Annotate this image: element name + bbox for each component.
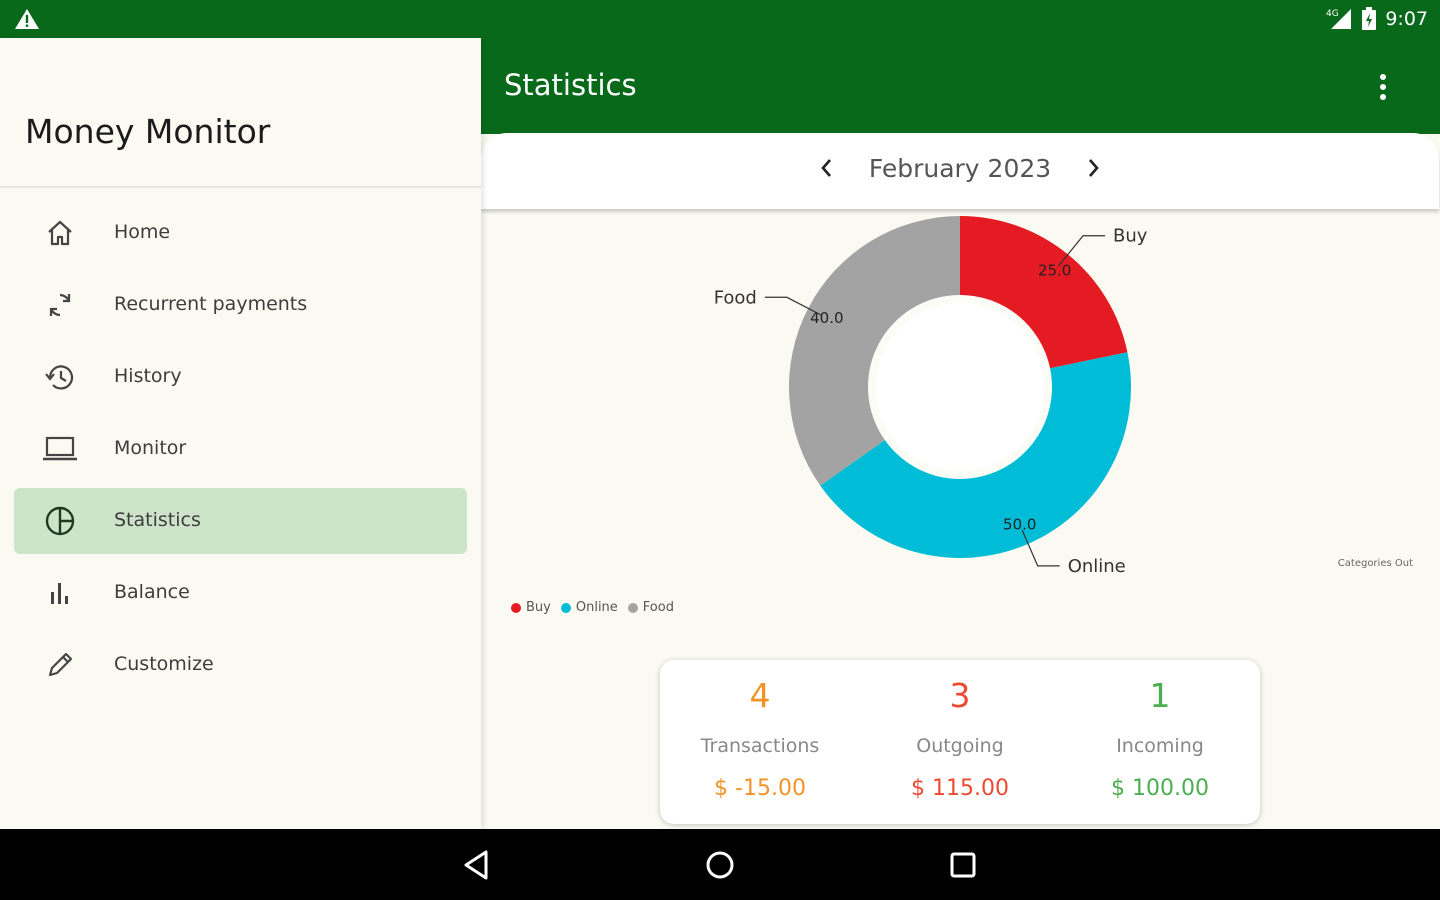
chevron-left-icon [821, 159, 831, 177]
legend-item-buy: Buy [511, 600, 551, 615]
home-icon [42, 217, 78, 249]
refresh-icon [42, 289, 78, 321]
recents-icon[interactable] [946, 848, 980, 882]
drawer-item-label: History [114, 365, 182, 387]
pie-value-label: 25.0 [1038, 262, 1071, 280]
drawer-item-monitor[interactable]: Monitor [14, 416, 467, 482]
drawer-title: Money Monitor [25, 112, 271, 151]
drawer-item-label: Home [114, 221, 171, 243]
pie-chart-icon [42, 505, 78, 537]
drawer-item-label: Recurrent payments [114, 293, 308, 315]
summary-transactions: 4 Transactions $ -15.00 [660, 660, 860, 824]
battery-icon [1362, 7, 1377, 30]
drawer-item-balance[interactable]: Balance [14, 560, 467, 626]
donut-hole [876, 303, 1044, 471]
signal-icon: 4G [1326, 9, 1352, 29]
chart-legend: Buy Online Food [511, 600, 674, 615]
drawer-item-customize[interactable]: Customize [14, 632, 467, 698]
navigation-drawer: Money Monitor Home Recurrent payments Hi… [0, 38, 481, 829]
drawer-item-label: Customize [114, 653, 214, 675]
outgoing-amount: $ 115.00 [911, 776, 1009, 801]
status-time: 9:07 [1385, 8, 1428, 30]
legend-item-food: Food [627, 600, 674, 615]
next-month-button[interactable] [1081, 153, 1105, 183]
drawer-item-history[interactable]: History [14, 344, 467, 410]
drawer-item-recurrent-payments[interactable]: Recurrent payments [14, 272, 467, 338]
legend-dot [560, 602, 571, 613]
pie-category-label: Buy [1113, 226, 1148, 247]
pie-category-label: Food [714, 287, 757, 308]
status-bar: 4G 9:07 [0, 0, 1440, 38]
history-icon [42, 361, 78, 393]
transactions-label: Transactions [700, 735, 820, 757]
incoming-amount: $ 100.00 [1111, 776, 1209, 801]
month-label: February 2023 [868, 153, 1052, 183]
drawer-item-statistics[interactable]: Statistics [14, 488, 467, 554]
home-circle-icon[interactable] [703, 848, 737, 882]
legend-item-online: Online [560, 600, 618, 615]
summary-outgoing: 3 Outgoing $ 115.00 [860, 660, 1060, 824]
back-icon[interactable] [460, 848, 494, 882]
pie-category-label: Online [1068, 556, 1126, 577]
legend-dot [627, 602, 638, 613]
legend-label: Food [642, 600, 674, 615]
transactions-amount: $ -15.00 [714, 776, 806, 801]
drawer-item-home[interactable]: Home [14, 200, 467, 266]
month-selector: February 2023 [481, 133, 1439, 209]
page-title: Statistics [504, 68, 637, 102]
laptop-icon [42, 433, 78, 465]
incoming-count: 1 [1149, 676, 1171, 715]
network-type: 4G [1326, 9, 1339, 19]
chart-description: Categories Out [1337, 558, 1413, 569]
chevron-right-icon [1089, 159, 1099, 177]
drawer-item-label: Balance [114, 581, 190, 603]
system-nav-bar [0, 829, 1440, 900]
outgoing-label: Outgoing [916, 735, 1004, 757]
drawer-divider [0, 186, 481, 188]
summary-incoming: 1 Incoming $ 100.00 [1060, 660, 1260, 824]
bar-chart-icon [42, 577, 78, 609]
pencil-icon [42, 649, 78, 681]
statistics-chart: 25.0 Buy 50.0 Online 40.0 Food Categories Out… [481, 209, 1440, 649]
drawer-item-label: Statistics [114, 509, 201, 531]
legend-dot [511, 602, 521, 613]
app-bar: Statistics [481, 38, 1440, 134]
transactions-count: 4 [749, 676, 771, 715]
drawer-item-label: Monitor [114, 437, 187, 459]
summary-card: 4 Transactions $ -15.00 3 Outgoing $ 115… [660, 660, 1260, 824]
incoming-label: Incoming [1116, 735, 1204, 757]
pie-chart: 25.0Buy50.0Online40.0Food [714, 216, 1148, 577]
legend-label: Online [575, 600, 618, 615]
outgoing-count: 3 [949, 676, 971, 715]
previous-month-button[interactable] [815, 153, 839, 183]
warning-icon [15, 9, 39, 29]
more-vert-icon[interactable] [1372, 72, 1394, 102]
pie-value-label: 50.0 [1003, 516, 1036, 534]
legend-label: Buy [526, 600, 551, 615]
